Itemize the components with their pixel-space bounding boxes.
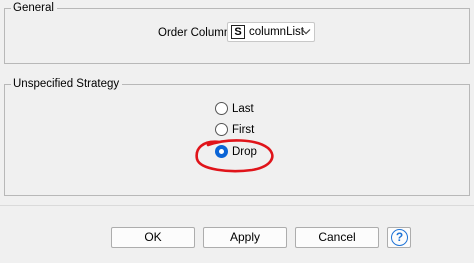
order-column-label: Order Column (158, 27, 231, 39)
help-button[interactable]: ? (387, 227, 411, 248)
unspecified-strategy-legend: Unspecified Strategy (11, 77, 123, 91)
general-legend: General (11, 1, 57, 15)
cancel-button[interactable]: Cancel (295, 227, 379, 248)
chevron-down-icon (301, 29, 311, 35)
radio-label-drop: Drop (232, 146, 257, 158)
string-type-icon: S (231, 25, 245, 39)
apply-button[interactable]: Apply (203, 227, 287, 248)
general-group: General Order Column S columnList (4, 1, 470, 64)
radio-button-first[interactable] (215, 123, 228, 136)
order-column-value: columnList (249, 26, 304, 38)
help-icon: ? (391, 229, 408, 246)
radio-label-last: Last (232, 103, 254, 115)
radio-label-first: First (232, 124, 255, 136)
radio-button-drop[interactable] (215, 145, 228, 158)
unspecified-strategy-group: Unspecified Strategy Last First Drop (4, 77, 470, 196)
order-column-select[interactable]: S columnList (227, 22, 315, 42)
radio-button-last[interactable] (215, 102, 228, 115)
button-bar-separator (0, 205, 474, 206)
ok-button[interactable]: OK (111, 227, 195, 248)
